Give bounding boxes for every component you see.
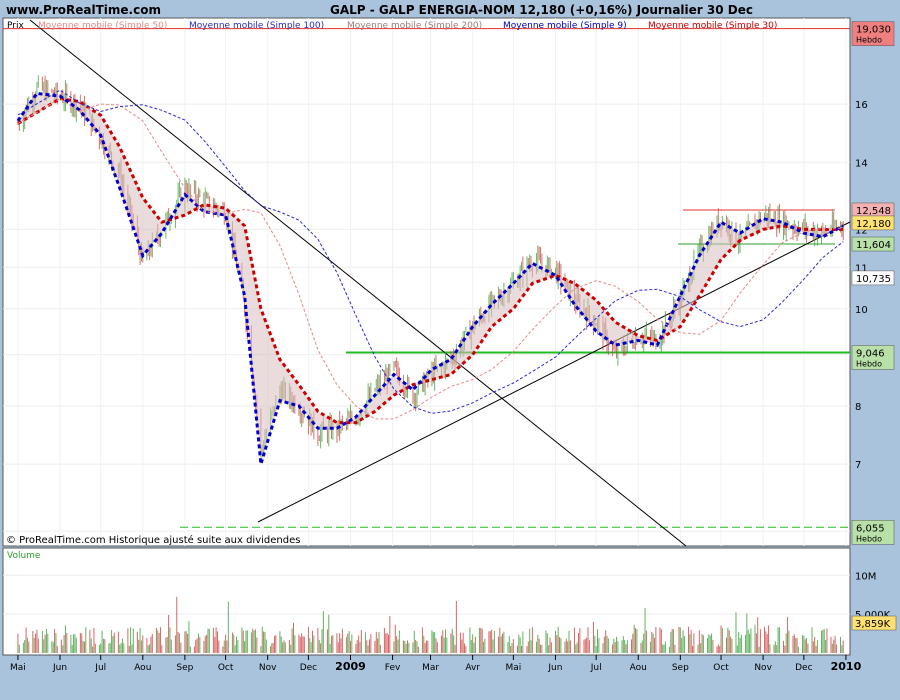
- chart-canvas: 1614121110987610M5,000K 19,030Hebdo12,54…: [2, 17, 897, 673]
- y-tick-label: 10: [855, 305, 868, 316]
- x-tick-label: Aou: [630, 663, 647, 673]
- volume-tick-label: 10M: [855, 571, 876, 582]
- y-tick-label: 14: [855, 158, 868, 169]
- x-tick-label: Nov: [754, 663, 772, 673]
- price-tag-value: 19,030: [856, 25, 891, 36]
- x-tick-label: Mar: [422, 663, 439, 673]
- x-tick-label: Fev: [385, 663, 401, 673]
- x-tick-label: Aou: [134, 663, 151, 673]
- x-tick-label: Jul: [94, 663, 106, 673]
- x-tick-label: Oct: [218, 663, 234, 673]
- x-tick-label: Mai: [505, 663, 521, 673]
- x-tick-label: 2009: [335, 660, 366, 673]
- y-tick-label: 7: [855, 460, 861, 471]
- x-tick-label: Sep: [672, 663, 689, 673]
- price-tag-value: 12,180: [856, 219, 891, 230]
- price-tag-value: 9,046: [856, 348, 885, 359]
- x-tick-label: Mai: [10, 663, 26, 673]
- legend-sma100: Moyenne mobile (Simple 100): [189, 21, 324, 31]
- x-tick-label: Dec: [300, 663, 317, 673]
- prix-label: Prix: [7, 21, 24, 31]
- legend-sma9: Moyenne mobile (Simple 9): [503, 21, 627, 31]
- y-tick-label: 8: [855, 402, 861, 413]
- price-tag-value: 6,055: [856, 523, 885, 534]
- x-tick-label: Nov: [259, 663, 277, 673]
- legend-sma200: Moyenne mobile (Simple 200): [347, 21, 482, 31]
- x-tick-label: Jul: [590, 663, 602, 673]
- x-tick-label: Dec: [795, 663, 812, 673]
- legend-sma30: Moyenne mobile (Simple 30): [648, 21, 777, 31]
- price-tag-value: 11,604: [856, 240, 891, 251]
- y-tick-label: 16: [855, 100, 868, 111]
- x-tick-label: Oct: [713, 663, 729, 673]
- price-tag-value: 10,735: [856, 274, 891, 285]
- volume-panel: [2, 547, 851, 656]
- x-tick-label: Jun: [547, 663, 562, 673]
- price-tag-sub: Hebdo: [856, 359, 882, 368]
- price-tag-value: 12,548: [856, 206, 891, 217]
- x-tick-label: Avr: [465, 663, 480, 673]
- price-tag-sub: Hebdo: [856, 36, 882, 45]
- x-tick-label: 2010: [831, 660, 862, 673]
- price-tag-sub: Hebdo: [856, 534, 882, 543]
- price-panel: [2, 17, 851, 547]
- x-tick-label: Jun: [52, 663, 67, 673]
- x-tick-label: Sep: [176, 663, 193, 673]
- price-tags: 19,030Hebdo12,54812,18011,60410,7359,046…: [851, 21, 897, 631]
- volume-tag-value: 3,859K: [855, 619, 891, 630]
- x-axis: Mai Jun Jul Aou Sep Oct Nov Dec 2009 Fev Mar Avr Mai…: [10, 655, 862, 673]
- volume-label: Volume: [7, 551, 41, 561]
- legend-sma50: Moyenne mobile (Simple 50): [38, 21, 167, 31]
- watermark: © ProRealTime.com Historique ajusté suit…: [6, 534, 300, 546]
